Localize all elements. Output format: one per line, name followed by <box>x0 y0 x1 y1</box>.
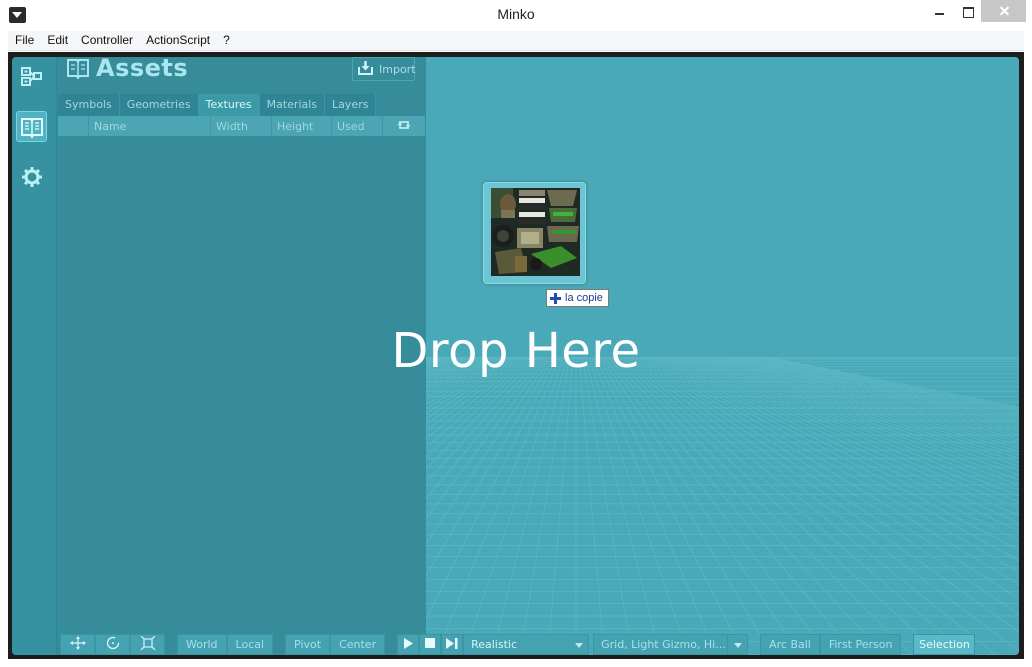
assets-title: Assets <box>96 57 189 82</box>
step-forward-icon <box>446 637 458 652</box>
menu-file[interactable]: File <box>8 31 40 50</box>
select-divider <box>727 635 729 655</box>
first-person-button[interactable]: First Person <box>819 634 902 655</box>
move-icon <box>69 636 86 653</box>
rotate-icon <box>105 636 121 653</box>
pivot-toggle: Pivot Center <box>285 634 386 655</box>
window-title: Minko <box>497 6 535 22</box>
refresh-icon <box>396 119 412 136</box>
rotate-tool-button[interactable] <box>95 634 130 655</box>
pivot-button[interactable]: Pivot <box>285 634 331 655</box>
import-icon <box>358 60 373 79</box>
chevron-down-icon <box>575 643 584 648</box>
tab-textures[interactable]: Textures <box>198 94 260 117</box>
gear-icon <box>21 166 43 188</box>
column-used[interactable]: Used <box>332 116 383 136</box>
refresh-button[interactable] <box>383 116 425 136</box>
import-button[interactable]: Import <box>352 57 416 81</box>
tab-symbols[interactable]: Symbols <box>58 94 120 116</box>
title-bar: Minko <box>0 0 1032 31</box>
render-mode-select[interactable]: Realistic <box>463 634 590 655</box>
scale-icon <box>140 635 156 653</box>
tab-layers[interactable]: Layers <box>325 94 377 116</box>
world-space-button[interactable]: World <box>177 634 227 655</box>
menu-controller[interactable]: Controller <box>74 31 139 50</box>
step-forward-button[interactable] <box>441 634 464 655</box>
assets-header: Assets Import <box>57 57 426 91</box>
drag-copy-label: la copie <box>565 292 603 304</box>
scene-hierarchy-button[interactable] <box>16 60 47 91</box>
selection-group: Selection <box>913 634 976 655</box>
display-options-value: Grid, Light Gizmo, Hi... <box>601 638 726 651</box>
left-toolbar <box>12 57 57 655</box>
menu-actionscript[interactable]: ActionScript <box>139 31 216 50</box>
book-icon <box>66 57 90 83</box>
play-button[interactable] <box>397 634 420 655</box>
tab-materials[interactable]: Materials <box>259 94 326 116</box>
editor: Assets Import Symbols Geometries Texture… <box>12 57 1019 655</box>
column-select[interactable] <box>58 116 89 136</box>
drop-here-label: Drop Here <box>391 323 641 379</box>
local-space-button[interactable]: Local <box>226 634 274 655</box>
textures-table-header: Name Width Height Used <box>58 116 425 136</box>
close-button[interactable] <box>981 0 1026 22</box>
stop-icon <box>425 638 436 651</box>
assets-panel: Assets Import Symbols Geometries Texture… <box>57 57 426 655</box>
selection-button[interactable]: Selection <box>913 634 976 655</box>
arc-ball-button[interactable]: Arc Ball <box>760 634 820 655</box>
asset-tabs: Symbols Geometries Textures Materials La… <box>58 94 377 117</box>
display-options-select[interactable]: Grid, Light Gizmo, Hi... <box>593 634 749 655</box>
minimize-button[interactable] <box>925 0 953 22</box>
tab-geometries[interactable]: Geometries <box>119 94 199 116</box>
scale-tool-button[interactable] <box>130 634 165 655</box>
chevron-down-icon <box>734 643 743 648</box>
bottom-toolbar: World Local Pivot Center Realistic Grid,… <box>57 634 1019 655</box>
render-mode-value: Realistic <box>471 638 518 651</box>
maximize-button[interactable] <box>953 0 981 22</box>
space-toggle: World Local <box>177 634 274 655</box>
transform-tools <box>60 634 165 655</box>
play-icon <box>403 637 414 652</box>
hierarchy-icon <box>20 66 43 86</box>
camera-mode-toggle: Arc Ball First Person <box>760 634 902 655</box>
stop-button[interactable] <box>419 634 442 655</box>
import-label: Import <box>379 62 416 76</box>
book-icon <box>20 116 44 138</box>
dragged-texture-thumbnail <box>483 182 586 284</box>
column-height[interactable]: Height <box>272 116 332 136</box>
menu-help[interactable]: ? <box>216 31 236 50</box>
playback-controls <box>397 634 464 655</box>
menu-bar: File Edit Controller ActionScript ? <box>8 31 1024 51</box>
plus-icon <box>550 292 561 304</box>
menu-edit[interactable]: Edit <box>40 31 74 50</box>
drag-copy-tooltip: la copie <box>546 289 609 307</box>
center-button[interactable]: Center <box>330 634 386 655</box>
assets-button[interactable] <box>16 111 47 142</box>
column-width[interactable]: Width <box>211 116 272 136</box>
column-name[interactable]: Name <box>89 116 211 136</box>
settings-button[interactable] <box>16 161 47 192</box>
translate-tool-button[interactable] <box>60 634 95 655</box>
texture-preview-image <box>491 188 580 276</box>
